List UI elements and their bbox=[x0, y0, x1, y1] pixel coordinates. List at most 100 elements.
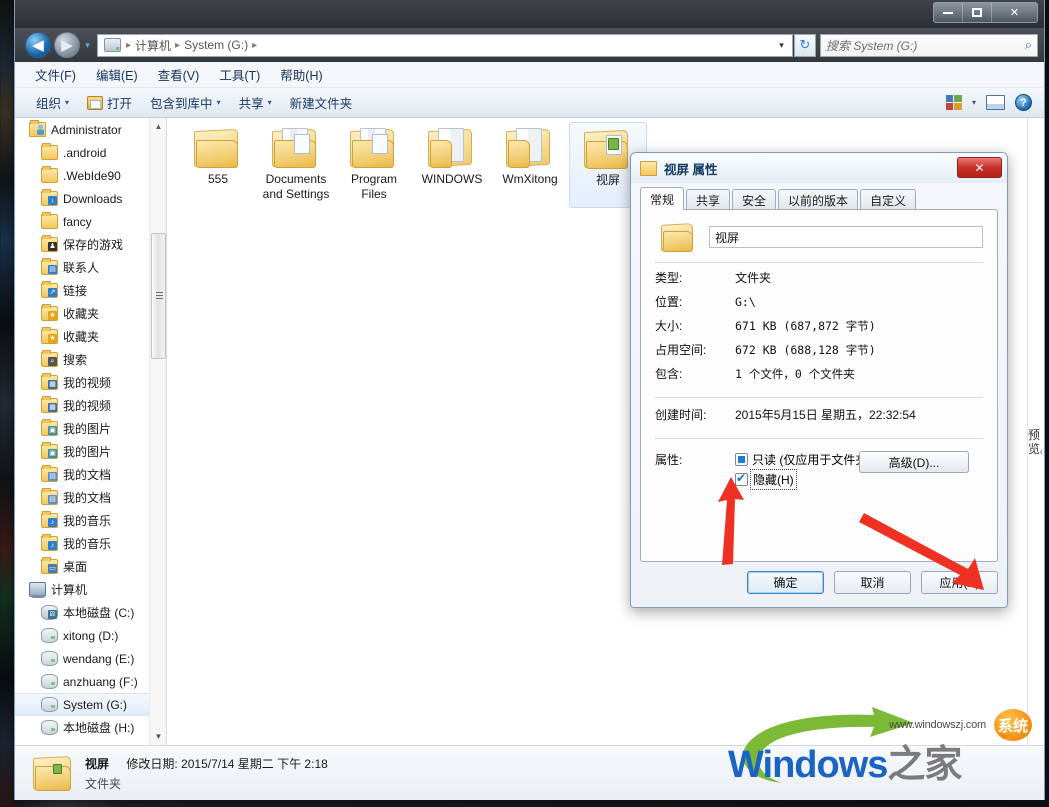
close-button[interactable]: ✕ bbox=[992, 3, 1037, 22]
tree-item-label: 我的视频 bbox=[63, 376, 112, 390]
new-folder-button[interactable]: 新建文件夹 bbox=[281, 91, 362, 114]
tree-item-17[interactable]: ♪ 我的音乐 bbox=[15, 509, 149, 532]
menu-tools[interactable]: 工具(T) bbox=[209, 63, 270, 86]
file-item-2[interactable]: Program Files bbox=[335, 122, 413, 208]
folder-green-icon bbox=[584, 129, 632, 169]
breadcrumb-system-g[interactable]: System (G:) bbox=[182, 38, 250, 52]
tree-item-8[interactable]: ★ 收藏夹 bbox=[15, 302, 149, 325]
status-text-group: 视屏 修改日期: 2015/7/14 星期二 下午 2:18 文件夹 bbox=[85, 755, 328, 792]
tree-item-15[interactable]: ▤ 我的文档 bbox=[15, 463, 149, 486]
share-button[interactable]: 共享 ▾ bbox=[230, 91, 281, 114]
hidden-checkbox[interactable] bbox=[735, 471, 748, 486]
forward-button[interactable]: ▶ bbox=[54, 32, 80, 58]
tree-item-2[interactable]: .WebIde90 bbox=[15, 164, 149, 187]
tree-item-1[interactable]: .android bbox=[15, 141, 149, 164]
menu-file[interactable]: 文件(F) bbox=[25, 63, 86, 86]
tree-item-label: 我的文档 bbox=[63, 468, 112, 482]
icon-badge: ↓ bbox=[48, 196, 57, 205]
tab-previous-versions[interactable]: 以前的版本 bbox=[778, 189, 859, 210]
advanced-button[interactable]: 高级(D)... bbox=[859, 451, 969, 473]
drive-icon bbox=[41, 628, 58, 643]
readonly-checkbox[interactable] bbox=[735, 452, 748, 466]
menu-help[interactable]: 帮助(H) bbox=[270, 63, 332, 86]
breadcrumb-separator: ▸ bbox=[252, 39, 258, 51]
folder-icon bbox=[41, 212, 58, 229]
scroll-up-icon[interactable]: ▲ bbox=[150, 118, 166, 135]
command-toolbar: 组织 ▾ 打开 包含到库中 ▾ 共享 ▾ 新建文件夹 ▾ ? bbox=[15, 88, 1044, 118]
tree-item-7[interactable]: ↗ 链接 bbox=[15, 279, 149, 302]
include-in-library-button[interactable]: 包含到库中 ▾ bbox=[141, 91, 230, 114]
scroll-down-icon[interactable]: ▼ bbox=[150, 728, 166, 745]
tree-item-26[interactable]: 本地磁盘 (H:) bbox=[15, 716, 149, 739]
maximize-button[interactable] bbox=[963, 3, 992, 22]
preview-pane-icon[interactable] bbox=[986, 95, 1005, 110]
icon-badge: ▦ bbox=[48, 380, 57, 389]
tab-general[interactable]: 常规 bbox=[640, 187, 685, 210]
tree-item-4[interactable]: fancy bbox=[15, 210, 149, 233]
status-line-primary: 视屏 修改日期: 2015/7/14 星期二 下午 2:18 bbox=[85, 755, 328, 772]
file-item-1[interactable]: Documents and Settings bbox=[257, 122, 335, 208]
breadcrumb-computer[interactable]: 计算机 bbox=[133, 37, 173, 54]
tree-item-23[interactable]: wendang (E:) bbox=[15, 647, 149, 670]
tree-item-24[interactable]: anzhuang (F:) bbox=[15, 670, 149, 693]
dialog-close-button[interactable]: ✕ bbox=[957, 157, 1002, 178]
file-item-0[interactable]: 555 bbox=[179, 122, 257, 208]
help-icon[interactable]: ? bbox=[1015, 94, 1032, 111]
file-item-4[interactable]: WmXitong bbox=[491, 122, 569, 208]
change-view-icon[interactable] bbox=[945, 95, 962, 110]
search-box[interactable]: 搜索 System (G:) ⌕ bbox=[820, 33, 1038, 57]
folder-desktop-icon: ▭ bbox=[41, 557, 58, 574]
tree-item-label: 我的音乐 bbox=[63, 537, 112, 551]
refresh-button[interactable]: ↻ bbox=[794, 33, 816, 57]
tree-item-21[interactable]: ⊞ 本地磁盘 (C:) bbox=[15, 601, 149, 624]
address-dropdown-icon[interactable]: ▾ bbox=[773, 40, 790, 51]
dialog-title-bar: 视屏 属性 bbox=[631, 153, 1007, 183]
tree-item-16[interactable]: ▤ 我的文档 bbox=[15, 486, 149, 509]
folder-pictures-icon: ▣ bbox=[41, 442, 58, 459]
include-label: 包含到库中 bbox=[150, 97, 213, 111]
file-item-3[interactable]: WINDOWS bbox=[413, 122, 491, 208]
tree-item-3[interactable]: ↓ Downloads bbox=[15, 187, 149, 210]
nav-scrollbar[interactable]: ▲ ▼ bbox=[149, 118, 166, 745]
ok-button[interactable]: 确定 bbox=[747, 571, 824, 594]
attributes-block: 属性: 只读 (仅应用于文件夹中的文件) (R) 隐藏(H) 高级(D)... bbox=[655, 449, 983, 490]
property-value: 672 KB (688,128 字节) bbox=[735, 343, 876, 357]
property-value: G:\ bbox=[735, 295, 756, 309]
tree-item-13[interactable]: ▣ 我的图片 bbox=[15, 417, 149, 440]
minimize-button[interactable] bbox=[934, 3, 963, 22]
address-breadcrumb-bar[interactable]: ▸ 计算机 ▸ System (G:) ▸ ▾ bbox=[97, 33, 793, 57]
tree-item-label: Administrator bbox=[51, 122, 122, 137]
back-button[interactable]: ◀ bbox=[25, 32, 51, 58]
tab-security[interactable]: 安全 bbox=[732, 189, 777, 210]
forward-arrow-icon: ▶ bbox=[61, 37, 73, 54]
menu-view[interactable]: 查看(V) bbox=[148, 63, 210, 86]
open-button[interactable]: 打开 bbox=[78, 91, 141, 114]
icon-badge: ♟ bbox=[48, 242, 57, 251]
tree-item-18[interactable]: ♪ 我的音乐 bbox=[15, 532, 149, 555]
breadcrumb-separator: ▸ bbox=[175, 39, 181, 51]
breadcrumb-separator: ▸ bbox=[126, 39, 132, 51]
tree-item-14[interactable]: ▣ 我的图片 bbox=[15, 440, 149, 463]
tree-item-25[interactable]: System (G:) bbox=[15, 693, 149, 716]
tree-item-5[interactable]: ♟ 保存的游戏 bbox=[15, 233, 149, 256]
tab-customize[interactable]: 自定义 bbox=[860, 189, 917, 210]
folder-name-input[interactable]: 视屏 bbox=[709, 226, 983, 248]
tree-item-10[interactable]: ⌕ 搜索 bbox=[15, 348, 149, 371]
view-chevron-down-icon[interactable]: ▾ bbox=[972, 98, 976, 107]
tab-sharing[interactable]: 共享 bbox=[686, 189, 731, 210]
apply-button[interactable]: 应用(A) bbox=[921, 571, 998, 594]
tree-item-9[interactable]: ★ 收藏夹 bbox=[15, 325, 149, 348]
tree-item-6[interactable]: ▤ 联系人 bbox=[15, 256, 149, 279]
history-dropdown-icon[interactable]: ▾ bbox=[80, 40, 95, 51]
tree-item-11[interactable]: ▦ 我的视频 bbox=[15, 371, 149, 394]
menu-edit[interactable]: 编辑(E) bbox=[86, 63, 148, 86]
tree-item-20[interactable]: 计算机 bbox=[15, 578, 149, 601]
scrollbar-thumb[interactable] bbox=[151, 233, 166, 359]
organize-button[interactable]: 组织 ▾ bbox=[27, 91, 78, 114]
tree-item-0[interactable]: Administrator bbox=[15, 118, 149, 141]
tree-item-12[interactable]: ▦ 我的视频 bbox=[15, 394, 149, 417]
tree-item-19[interactable]: ▭ 桌面 bbox=[15, 555, 149, 578]
tree-item-22[interactable]: xitong (D:) bbox=[15, 624, 149, 647]
cancel-button[interactable]: 取消 bbox=[834, 571, 911, 594]
divider bbox=[655, 262, 983, 263]
